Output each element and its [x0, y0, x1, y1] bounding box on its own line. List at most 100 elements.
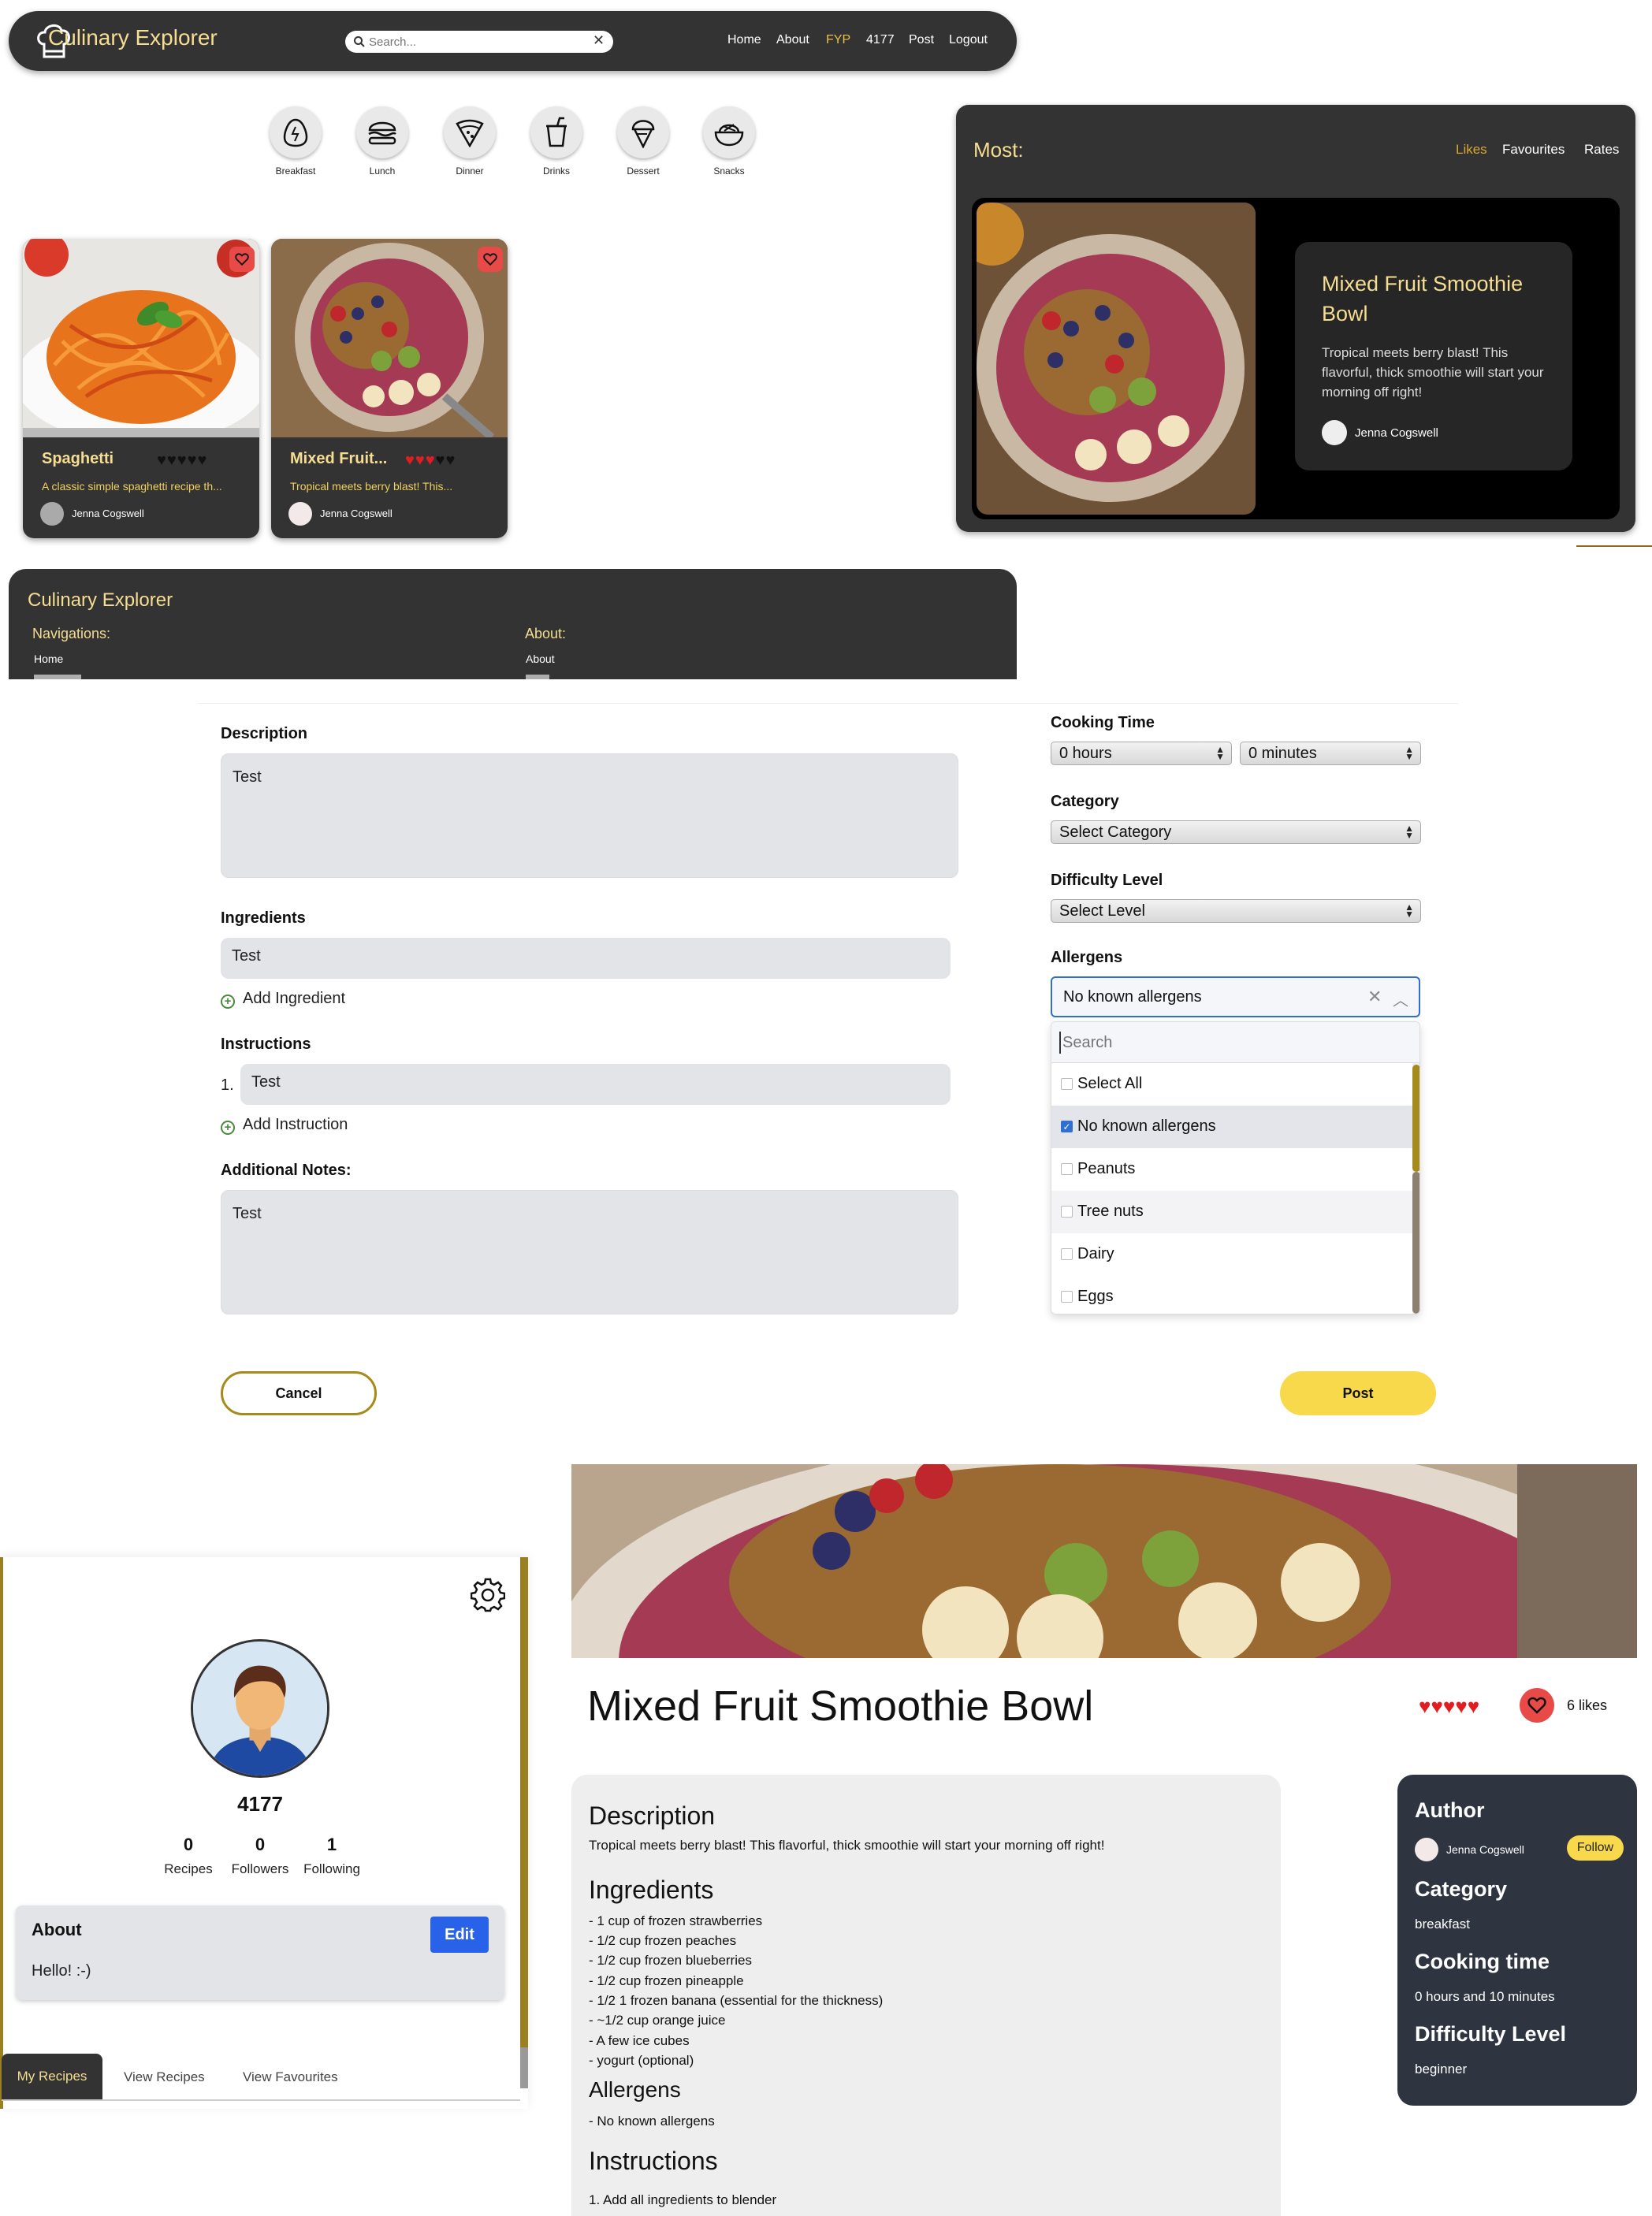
card-author[interactable]: Jenna Cogswell: [320, 508, 393, 519]
description-textarea[interactable]: Test: [221, 753, 958, 878]
category-drinks[interactable]: Drinks: [529, 106, 584, 177]
featured-recipe-title[interactable]: Mixed Fruit Smoothie Bowl: [1322, 269, 1550, 329]
minutes-value: 0 minutes: [1248, 745, 1317, 762]
footer-navigation-heading: Navigations:: [32, 626, 111, 641]
edit-button[interactable]: Edit: [430, 1917, 489, 1953]
favourite-heart-icon[interactable]: [229, 247, 255, 272]
checkbox[interactable]: [1061, 1291, 1073, 1303]
rating-hearts[interactable]: ♥♥♥♥♥: [1419, 1694, 1479, 1719]
author-heading: Author: [1415, 1798, 1485, 1822]
allergens-multiselect[interactable]: No known allergens ✕ ︿: [1051, 976, 1420, 1017]
about-text: Hello! :-): [32, 1962, 91, 1980]
edge-bar: [0, 1557, 3, 2109]
card-author[interactable]: Jenna Cogswell: [72, 508, 144, 519]
nav-link-fyp[interactable]: FYP: [826, 33, 850, 47]
search-input[interactable]: [369, 34, 582, 50]
category-dessert[interactable]: Dessert: [616, 106, 671, 177]
allergens-search-input[interactable]: [1059, 1032, 1406, 1054]
cancel-button[interactable]: Cancel: [221, 1371, 377, 1415]
allergen-option-eggs[interactable]: Eggs: [1051, 1276, 1412, 1314]
footer-link-about[interactable]: About: [526, 653, 555, 665]
favourite-heart-icon[interactable]: [478, 247, 503, 272]
select-arrows-icon: ▲ ▼: [1405, 744, 1414, 762]
recipe-card-spaghetti[interactable]: Spaghetti ♥♥♥♥♥ A classic simple spaghet…: [23, 239, 259, 538]
category-breakfast[interactable]: Breakfast: [268, 106, 323, 177]
plus-circle-icon: +: [221, 1121, 235, 1135]
nav-link-home[interactable]: Home: [727, 33, 761, 47]
allergens-search: [1051, 1022, 1419, 1063]
hours-select[interactable]: 0 hours ▲ ▼: [1051, 742, 1232, 765]
option-label: Eggs: [1077, 1288, 1114, 1305]
gear-icon[interactable]: [471, 1578, 505, 1612]
checkbox[interactable]: [1061, 1206, 1073, 1218]
follow-button[interactable]: Follow: [1567, 1835, 1624, 1861]
select-arrows-icon: ▲ ▼: [1405, 823, 1414, 841]
most-tab-rates[interactable]: Rates: [1584, 142, 1619, 158]
option-label: No known allergens: [1077, 1117, 1216, 1135]
minutes-select[interactable]: 0 minutes ▲ ▼: [1240, 742, 1421, 765]
featured-recipe-author[interactable]: Jenna Cogswell: [1355, 426, 1438, 440]
search-bar[interactable]: ✕: [345, 31, 613, 53]
tab-underline: [2, 2099, 520, 2101]
scrollbar-track[interactable]: [520, 2047, 528, 2088]
clear-search-icon[interactable]: ✕: [593, 32, 605, 49]
chevron-up-icon[interactable]: ︿: [1393, 987, 1408, 1010]
checkbox[interactable]: [1061, 1078, 1073, 1090]
difficulty-select[interactable]: Select Level ▲ ▼: [1051, 899, 1421, 923]
instruction-input[interactable]: Test: [240, 1064, 951, 1105]
allergen-option-select-all[interactable]: Select All: [1051, 1063, 1412, 1106]
hours-value: 0 hours: [1059, 745, 1112, 762]
allergen-option-none[interactable]: ✓ No known allergens: [1051, 1106, 1412, 1148]
profile-username: 4177: [237, 1792, 283, 1816]
category-select[interactable]: Select Category ▲ ▼: [1051, 820, 1421, 844]
scrollbar-thumb[interactable]: [520, 1557, 528, 2047]
tab-view-recipes[interactable]: View Recipes: [124, 2069, 205, 2085]
nav-link-profile[interactable]: 4177: [866, 33, 895, 47]
notes-textarea[interactable]: Test: [221, 1190, 958, 1314]
tab-my-recipes[interactable]: My Recipes: [2, 2054, 102, 2099]
drink-cup-icon: [530, 106, 582, 158]
checkbox[interactable]: [1061, 1163, 1073, 1175]
nav-link-logout[interactable]: Logout: [949, 33, 988, 47]
likes-count: 6 likes: [1567, 1697, 1608, 1713]
stat-following[interactable]: 1 Following: [288, 1835, 375, 1877]
app-title[interactable]: Culinary Explorer: [48, 25, 218, 50]
card-description: Tropical meets berry blast! This...: [290, 480, 453, 493]
clear-icon[interactable]: ✕: [1367, 987, 1382, 1007]
footer-link-cut: [34, 675, 81, 679]
author-name[interactable]: Jenna Cogswell: [1446, 1843, 1524, 1856]
nav-link-post[interactable]: Post: [909, 33, 934, 47]
category-snacks[interactable]: Snacks: [701, 106, 757, 177]
checkbox[interactable]: [1061, 1248, 1073, 1260]
scrollbar-track-lower[interactable]: [1412, 1172, 1419, 1314]
add-ingredient-button[interactable]: + Add Ingredient: [221, 990, 345, 1009]
checkbox-checked-icon[interactable]: ✓: [1061, 1121, 1073, 1132]
difficulty-heading: Difficulty Level: [1415, 2022, 1567, 2046]
add-instruction-button[interactable]: + Add Instruction: [221, 1116, 348, 1135]
ingredient-item: - 1/2 cup frozen blueberries: [589, 1953, 752, 1968]
ingredient-item: - 1/2 cup frozen peaches: [589, 1933, 737, 1948]
featured-recipe[interactable]: Mixed Fruit Smoothie Bowl Tropical meets…: [972, 198, 1620, 519]
allergen-option-peanuts[interactable]: Peanuts: [1051, 1148, 1412, 1191]
recipe-card-smoothie[interactable]: Mixed Fruit... ♥♥♥♥♥ Tropical meets berr…: [271, 239, 508, 538]
author-avatar: [1415, 1838, 1438, 1861]
nav-link-about[interactable]: About: [776, 33, 809, 47]
category-lunch[interactable]: Lunch: [355, 106, 410, 177]
allergen-option-dairy[interactable]: Dairy: [1051, 1233, 1412, 1276]
category-dinner[interactable]: Dinner: [442, 106, 497, 177]
post-button[interactable]: Post: [1280, 1371, 1436, 1415]
most-tab-likes[interactable]: Likes: [1456, 142, 1487, 158]
tab-view-favourites[interactable]: View Favourites: [243, 2069, 338, 2085]
category-label: Lunch: [369, 165, 396, 177]
egg-icon: [270, 106, 322, 158]
footer-link-home[interactable]: Home: [34, 653, 63, 665]
featured-recipe-description: Tropical meets berry blast! This flavorf…: [1322, 345, 1544, 400]
most-tab-favourites[interactable]: Favourites: [1502, 142, 1565, 158]
category-select-value: Select Category: [1059, 824, 1172, 841]
allergen-option-tree-nuts[interactable]: Tree nuts: [1051, 1191, 1412, 1233]
ingredient-item: - 1 cup of frozen strawberries: [589, 1913, 763, 1928]
recipe-hero-image: [571, 1464, 1637, 1658]
like-heart-icon[interactable]: [1520, 1688, 1554, 1723]
scrollbar-thumb[interactable]: [1412, 1065, 1419, 1172]
ingredient-input[interactable]: Test: [221, 938, 951, 979]
